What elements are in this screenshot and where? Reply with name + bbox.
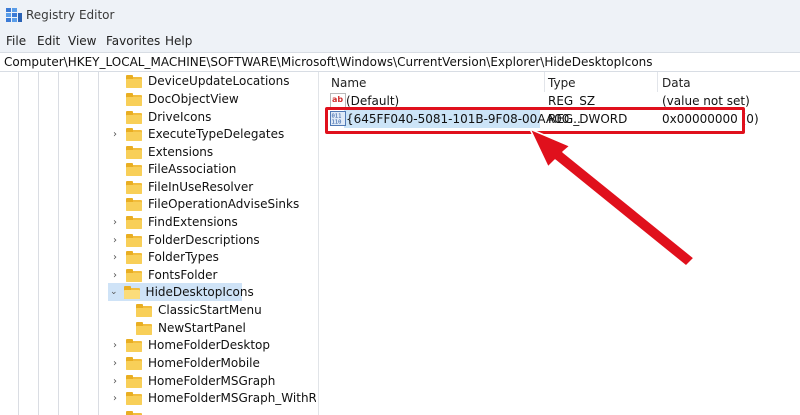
value-name: (Default) — [346, 94, 400, 108]
tree-item-foldertypes[interactable]: › FolderTypes — [110, 248, 219, 266]
folder-icon — [126, 197, 142, 211]
value-type: REG_SZ — [548, 94, 596, 108]
folder-open-icon — [123, 285, 140, 299]
menu-edit[interactable]: Edit — [37, 34, 60, 48]
chevron-right-icon[interactable]: › — [110, 252, 120, 263]
folder-icon — [126, 233, 142, 247]
chevron-down-icon[interactable]: ⌄ — [110, 287, 118, 297]
svg-text:ab: ab — [332, 95, 343, 104]
chevron-right-icon[interactable]: › — [110, 235, 120, 246]
tree-item-label: HideDesktopIcons — [145, 285, 254, 299]
tree-item-label: FindExtensions — [148, 215, 238, 229]
column-separator[interactable] — [544, 72, 545, 92]
tree-item-label: DeviceUpdateLocations — [148, 74, 290, 88]
address-bar[interactable]: Computer\HKEY_LOCAL_MACHINE\SOFTWARE\Mic… — [0, 52, 800, 72]
tree-item-label: HomeFolderDesktop — [148, 338, 271, 352]
tree-item-label: ClassicStartMenu — [158, 303, 262, 317]
tree-item-driveicons[interactable]: DriveIcons — [110, 108, 211, 126]
menu-file[interactable]: File — [6, 34, 26, 48]
folder-icon — [126, 374, 142, 388]
tree-item-label: HomeFolderMSGraph — [148, 374, 276, 388]
folder-icon — [126, 250, 142, 264]
tree-item-label: HomeFolderMobile — [148, 356, 260, 370]
tree-item-label: FolderTypes — [148, 250, 219, 264]
tree-item-docobjectview[interactable]: DocObjectView — [110, 90, 239, 108]
folder-icon — [126, 127, 142, 141]
key-tree-pane[interactable]: DeviceUpdateLocations DocObjectView Driv… — [0, 72, 316, 415]
tree-item-extensions[interactable]: Extensions — [110, 143, 213, 161]
folder-icon — [126, 92, 142, 106]
folder-icon — [126, 180, 142, 194]
tree-item-fileassociation[interactable]: FileAssociation — [110, 160, 236, 178]
chevron-right-icon[interactable]: › — [110, 129, 120, 140]
tree-item-label: HomeFolderMSGraph_WithReco — [148, 391, 316, 405]
folder-icon — [126, 338, 142, 352]
folder-icon — [136, 303, 152, 317]
tree-item-newstartpanel[interactable]: NewStartPanel — [136, 319, 246, 337]
tree-item-label: ExecuteTypeDelegates — [148, 127, 285, 141]
tree-item-hidedesktopicons[interactable]: ⌄ HideDesktopIcons — [108, 283, 254, 301]
chevron-right-icon[interactable]: › — [110, 217, 120, 228]
tree-item-homefoldermobile[interactable]: › HomeFolderMobile — [110, 354, 260, 372]
menu-view[interactable]: View — [68, 34, 96, 48]
tree-item-label: DriveIcons — [148, 110, 212, 124]
address-path: Computer\HKEY_LOCAL_MACHINE\SOFTWARE\Mic… — [4, 55, 653, 69]
chevron-right-icon[interactable]: › — [110, 270, 120, 281]
column-header-name[interactable]: Name — [331, 72, 366, 92]
folder-icon — [126, 145, 142, 159]
menu-favorites[interactable]: Favorites — [106, 34, 160, 48]
tree-guide-line — [38, 72, 39, 415]
folder-icon — [126, 74, 142, 88]
folder-icon — [126, 356, 142, 370]
tree-guide-line — [18, 72, 19, 415]
tree-guide-line — [58, 72, 59, 415]
tree-item-partial[interactable] — [110, 408, 148, 415]
menu-bar: File Edit View Favorites Help — [0, 30, 800, 52]
tree-item-classicstartmenu[interactable]: ClassicStartMenu — [136, 301, 262, 319]
tree-item-label: FolderDescriptions — [148, 233, 260, 247]
tree-item-homefoldermsgraph-withreco[interactable]: › HomeFolderMSGraph_WithReco — [110, 389, 316, 407]
chevron-right-icon[interactable]: › — [110, 358, 120, 369]
folder-icon — [126, 215, 142, 229]
folder-icon — [126, 410, 142, 415]
tree-item-findextensions[interactable]: › FindExtensions — [110, 213, 238, 231]
chevron-right-icon[interactable]: › — [110, 393, 120, 404]
folder-icon — [126, 391, 142, 405]
tree-item-homefoldermsgraph[interactable]: › HomeFolderMSGraph — [110, 372, 275, 390]
string-value-icon: ab — [330, 93, 346, 108]
tree-item-label: FontsFolder — [148, 268, 218, 282]
window-title: Registry Editor — [26, 8, 115, 22]
tree-guide-line — [78, 72, 79, 415]
column-separator[interactable] — [657, 72, 658, 92]
tree-item-folderdescriptions[interactable]: › FolderDescriptions — [110, 231, 260, 249]
tree-item-label: DocObjectView — [148, 92, 239, 106]
folder-icon — [126, 268, 142, 282]
tree-item-deviceupdatelocations[interactable]: DeviceUpdateLocations — [110, 72, 290, 90]
folder-icon — [136, 321, 152, 335]
chevron-right-icon[interactable]: › — [110, 340, 120, 351]
tree-item-fileoperationadvisesinks[interactable]: FileOperationAdviseSinks — [110, 195, 299, 213]
tree-item-label: NewStartPanel — [158, 321, 246, 335]
tree-item-label: Extensions — [148, 145, 214, 159]
tree-item-homefolderdesktop[interactable]: › HomeFolderDesktop — [110, 336, 270, 354]
tree-item-label: FileAssociation — [148, 162, 237, 176]
chevron-right-icon[interactable]: › — [110, 376, 120, 387]
folder-icon — [126, 110, 142, 124]
tree-item-label: FileOperationAdviseSinks — [148, 197, 300, 211]
tree-item-executetypedelegates[interactable]: › ExecuteTypeDelegates — [110, 125, 284, 143]
tree-item-fileinuseresolver[interactable]: FileInUseResolver — [110, 178, 253, 196]
value-data: (value not set) — [662, 94, 750, 108]
tree-item-label: FileInUseResolver — [148, 180, 254, 194]
menu-help[interactable]: Help — [165, 34, 192, 48]
folder-icon — [126, 162, 142, 176]
annotation-highlight-box — [325, 107, 745, 134]
registry-editor-app-icon — [6, 8, 22, 22]
column-header-data[interactable]: Data — [662, 72, 691, 92]
column-header-type[interactable]: Type — [548, 72, 576, 92]
tree-guide-line — [98, 72, 99, 415]
tree-item-fontsfolder[interactable]: › FontsFolder — [110, 266, 217, 284]
title-bar: Registry Editor — [0, 0, 800, 30]
